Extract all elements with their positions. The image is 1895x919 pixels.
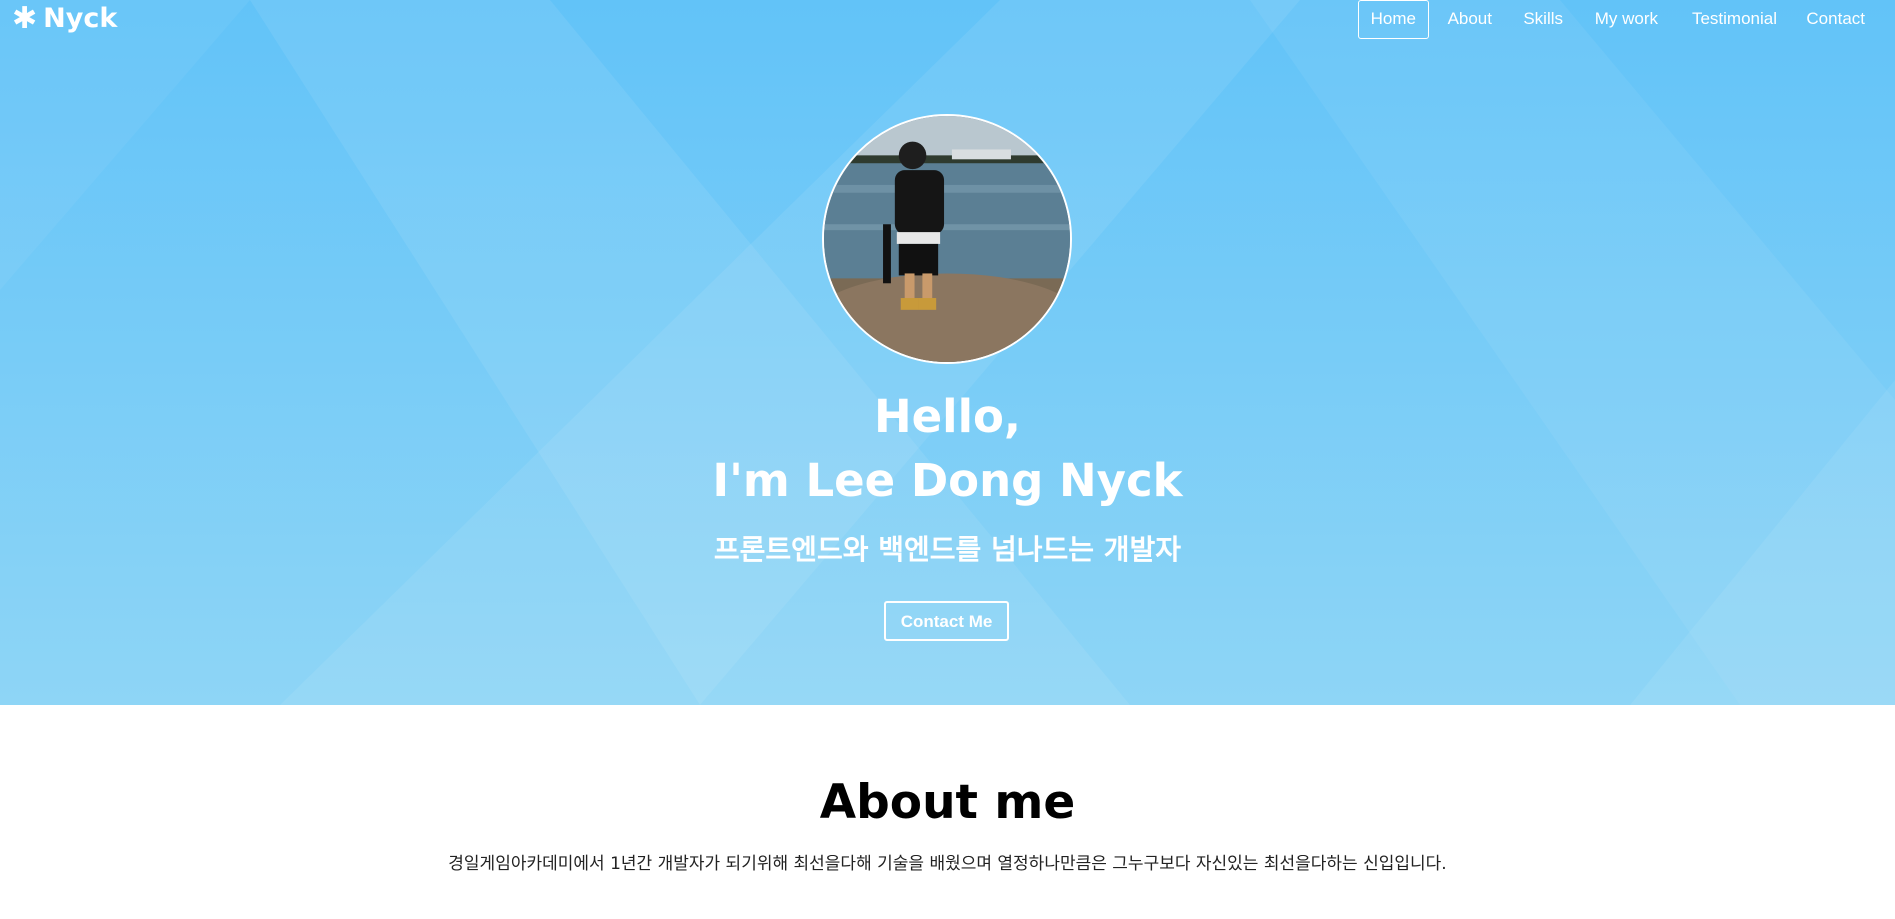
- nav-item-contact[interactable]: Contact: [1806, 0, 1865, 39]
- hero-section: ✱ Nyck Home About Skills My work Testimo…: [0, 0, 1895, 705]
- nav-item-home[interactable]: Home: [1357, 0, 1429, 39]
- brand-logo[interactable]: ✱ Nyck: [12, 3, 117, 34]
- hero-subtitle: 프론트엔드와 백엔드를 넘나드는 개발자: [713, 533, 1182, 566]
- about-description: 경일게임아카데미에서 1년간 개발자가 되기위해 최선을다해 기술을 배웠으며 …: [448, 854, 1447, 874]
- hero-greeting-line2: I'm Lee Dong Nyck: [712, 454, 1183, 507]
- nav-item-about[interactable]: About: [1448, 0, 1492, 39]
- top-navbar: ✱ Nyck Home About Skills My work Testimo…: [0, 0, 1895, 40]
- hero-greeting-line1: Hello,: [873, 390, 1022, 443]
- nav-item-skills[interactable]: Skills: [1523, 0, 1563, 39]
- asterisk-icon: ✱: [12, 0, 38, 36]
- brand-name: Nyck: [43, 3, 118, 34]
- nav-item-testimonial[interactable]: Testimonial: [1692, 0, 1777, 39]
- nav-item-my-work[interactable]: My work: [1595, 0, 1658, 39]
- about-title: About me: [819, 775, 1076, 830]
- contact-me-button[interactable]: Contact Me: [884, 601, 1009, 641]
- profile-photo: [822, 114, 1072, 364]
